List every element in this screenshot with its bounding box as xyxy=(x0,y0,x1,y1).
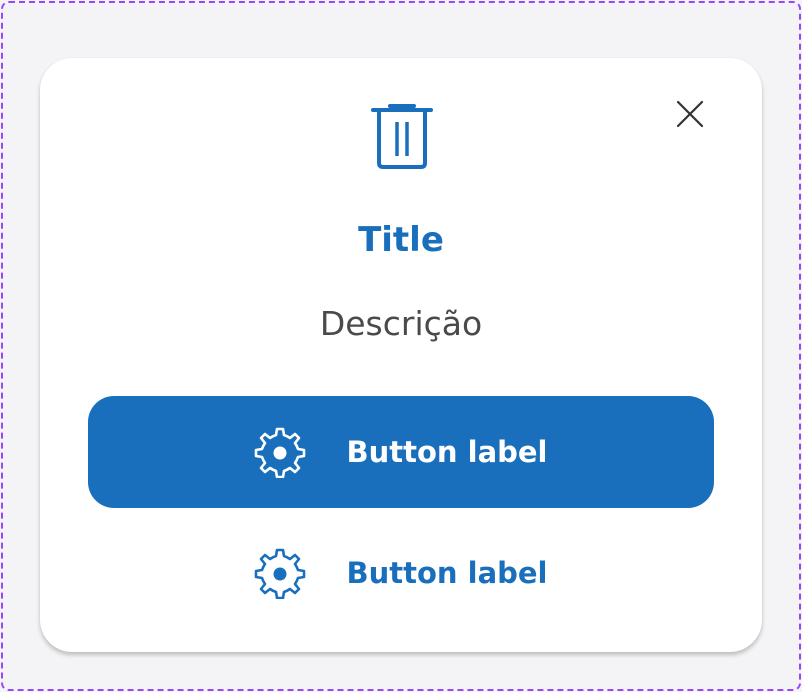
close-icon xyxy=(676,100,704,132)
dialog-description: Descrição xyxy=(319,304,483,343)
dialog-title: Title xyxy=(358,220,444,260)
primary-button[interactable]: Button label xyxy=(88,396,714,508)
secondary-button[interactable]: Button label xyxy=(88,518,714,628)
gear-icon xyxy=(254,547,306,599)
primary-button-label: Button label xyxy=(346,435,548,469)
trash-icon xyxy=(371,102,433,170)
secondary-button-label: Button label xyxy=(346,556,548,590)
close-button[interactable] xyxy=(672,98,708,134)
gear-icon xyxy=(254,426,306,478)
delete-dialog: Title Descrição Button label Button labe… xyxy=(40,58,762,652)
